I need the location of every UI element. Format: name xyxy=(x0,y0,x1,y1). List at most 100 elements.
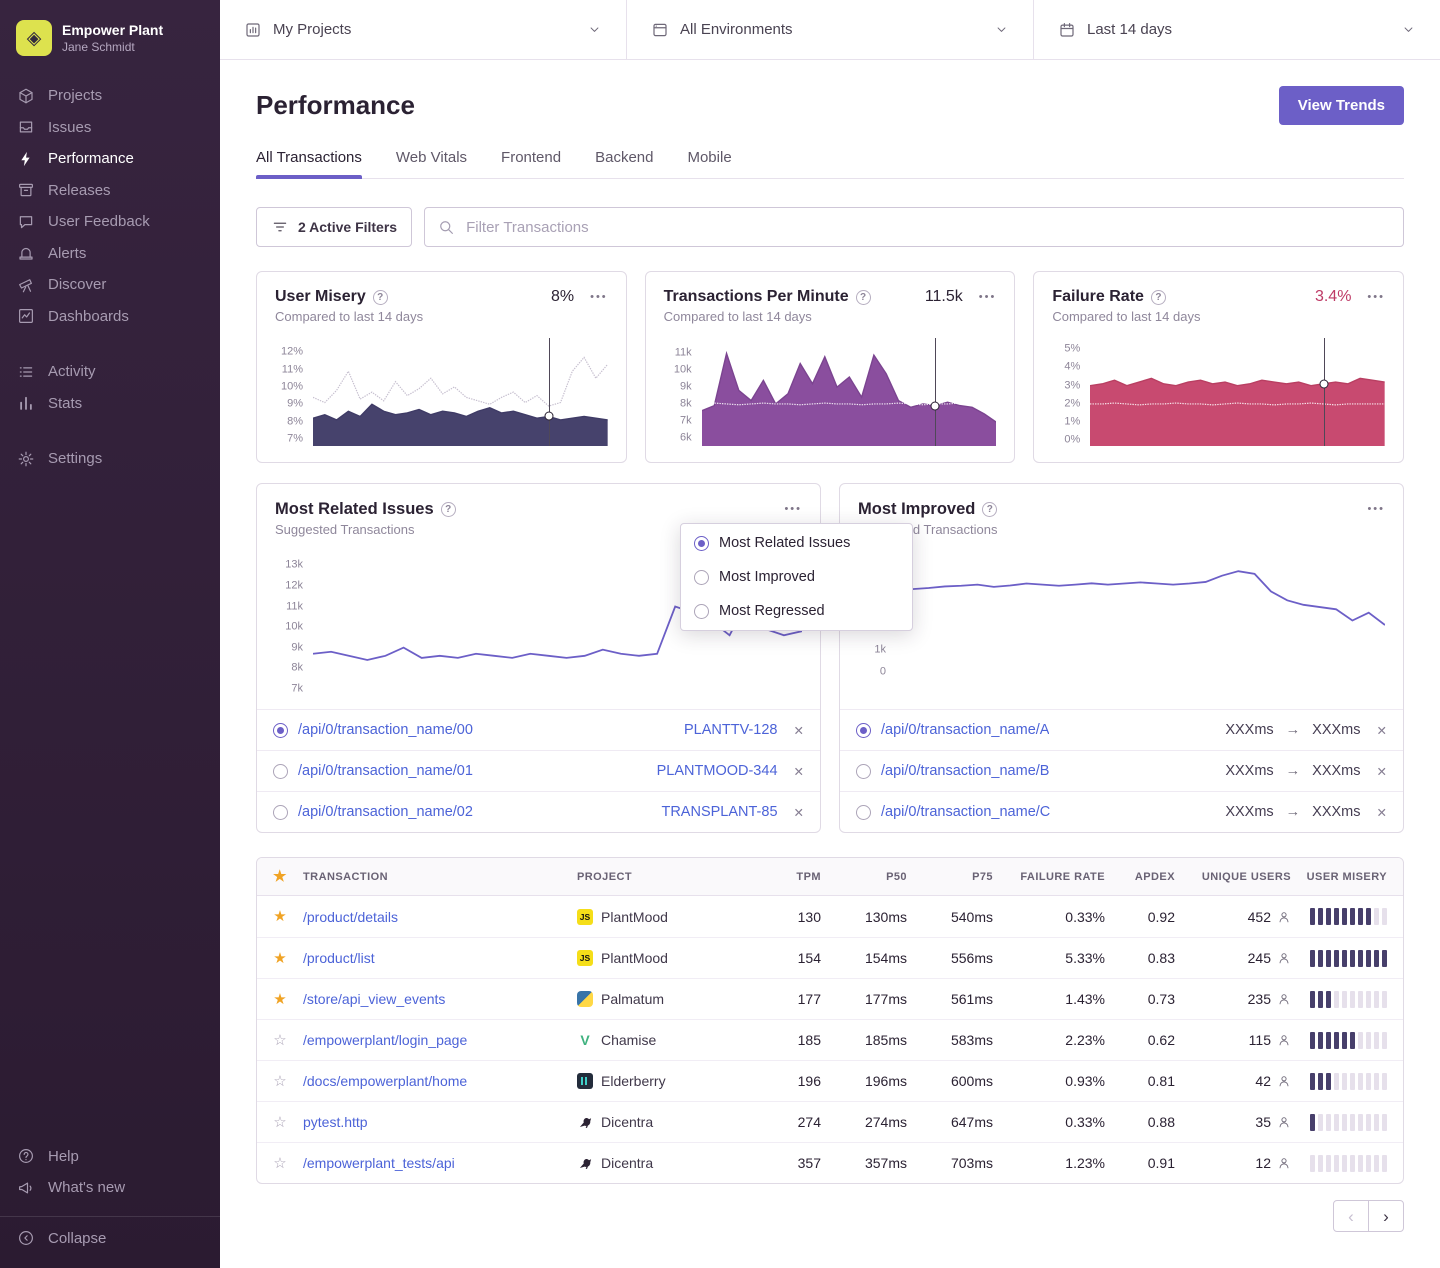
column-header[interactable]: P75 xyxy=(907,858,993,895)
options-icon[interactable]: ••• xyxy=(979,292,997,303)
sidebar: ◈ Empower Plant Jane Schmidt ProjectsIss… xyxy=(0,0,220,1268)
key-transaction-column-header[interactable]: ★ xyxy=(257,858,303,895)
next-page-button[interactable]: › xyxy=(1368,1200,1404,1232)
search-input[interactable] xyxy=(464,218,1391,237)
column-header[interactable]: USER MISERY xyxy=(1291,858,1403,895)
dismiss-icon[interactable]: ✕ xyxy=(1377,805,1387,820)
help-icon[interactable]: ? xyxy=(856,290,871,305)
radio-button[interactable] xyxy=(694,570,709,585)
dismiss-icon[interactable]: ✕ xyxy=(794,805,804,820)
sidebar-item-settings[interactable]: Settings xyxy=(0,443,220,475)
transaction-link[interactable]: /store/api_view_events xyxy=(303,991,445,1007)
sidebar-item-projects[interactable]: Projects xyxy=(0,80,220,112)
transaction-link[interactable]: /api/0/transaction_name/A xyxy=(881,722,1049,738)
star-icon[interactable]: ☆ xyxy=(273,1156,286,1171)
column-header[interactable]: UNIQUE USERS xyxy=(1175,858,1291,895)
previous-page-button[interactable]: ‹ xyxy=(1333,1200,1369,1232)
options-icon[interactable]: ••• xyxy=(784,504,802,515)
sidebar-item-dashboards[interactable]: Dashboards xyxy=(0,301,220,333)
column-header[interactable]: TRANSACTION xyxy=(303,858,577,895)
dismiss-icon[interactable]: ✕ xyxy=(794,723,804,738)
transaction-link[interactable]: pytest.http xyxy=(303,1114,368,1130)
active-filters-button[interactable]: 2 Active Filters xyxy=(256,207,412,247)
options-icon[interactable]: ••• xyxy=(590,292,608,303)
org-logo: ◈ xyxy=(16,20,52,56)
sidebar-item-alerts[interactable]: Alerts xyxy=(0,238,220,270)
help-icon[interactable]: ? xyxy=(373,290,388,305)
page-title: Performance xyxy=(256,90,415,121)
star-icon[interactable]: ★ xyxy=(273,992,286,1007)
radio-button[interactable] xyxy=(694,604,709,619)
unique-users-value: 235 xyxy=(1175,979,1291,1019)
options-icon[interactable]: ••• xyxy=(1367,504,1385,515)
column-header[interactable]: FAILURE RATE xyxy=(993,858,1105,895)
sidebar-item-activity[interactable]: Activity xyxy=(0,356,220,388)
issue-link[interactable]: PLANTMOOD-344 xyxy=(657,763,778,779)
radio-button[interactable] xyxy=(273,764,288,779)
radio-button[interactable] xyxy=(856,764,871,779)
org-switcher[interactable]: ◈ Empower Plant Jane Schmidt xyxy=(0,14,220,56)
transaction-link[interactable]: /product/details xyxy=(303,909,398,925)
p50-value: 196ms xyxy=(821,1061,907,1101)
dismiss-icon[interactable]: ✕ xyxy=(1377,764,1387,779)
tab-frontend[interactable]: Frontend xyxy=(501,149,561,178)
radio-button[interactable] xyxy=(856,723,871,738)
issue-link[interactable]: TRANSPLANT-85 xyxy=(661,804,777,820)
star-icon[interactable]: ☆ xyxy=(273,1033,286,1048)
tab-mobile[interactable]: Mobile xyxy=(687,149,731,178)
column-header[interactable]: APDEX xyxy=(1105,858,1175,895)
menu-option[interactable]: Most Regressed xyxy=(681,594,912,628)
column-header[interactable]: P50 xyxy=(821,858,907,895)
tab-all-transactions[interactable]: All Transactions xyxy=(256,149,362,178)
help-icon[interactable]: ? xyxy=(982,502,997,517)
sidebar-item-help[interactable]: Help xyxy=(0,1141,220,1173)
transaction-link[interactable]: /product/list xyxy=(303,950,375,966)
sidebar-item-stats[interactable]: Stats xyxy=(0,388,220,420)
options-icon[interactable]: ••• xyxy=(1367,292,1385,303)
help-icon[interactable]: ? xyxy=(1151,290,1166,305)
tpm-value: 185 xyxy=(755,1020,821,1060)
tab-backend[interactable]: Backend xyxy=(595,149,653,178)
sidebar-item-discover[interactable]: Discover xyxy=(0,269,220,301)
transaction-link[interactable]: /empowerplant/login_page xyxy=(303,1032,467,1048)
star-icon[interactable]: ☆ xyxy=(273,1115,286,1130)
sidebar-item-releases[interactable]: Releases xyxy=(0,175,220,207)
transaction-link[interactable]: /docs/empowerplant/home xyxy=(303,1073,467,1089)
dismiss-icon[interactable]: ✕ xyxy=(1377,723,1387,738)
sidebar-item-label: Alerts xyxy=(48,244,86,264)
star-icon[interactable]: ★ xyxy=(273,951,286,966)
star-icon[interactable]: ☆ xyxy=(273,1074,286,1089)
view-trends-button[interactable]: View Trends xyxy=(1279,86,1404,125)
radio-button[interactable] xyxy=(856,805,871,820)
sidebar-item-user-feedback[interactable]: User Feedback xyxy=(0,206,220,238)
column-header[interactable]: TPM xyxy=(755,858,821,895)
help-icon[interactable]: ? xyxy=(441,502,456,517)
sidebar-item-what-s-new[interactable]: What's new xyxy=(0,1172,220,1204)
sidebar-item-issues[interactable]: Issues xyxy=(0,112,220,144)
releases-icon xyxy=(16,181,36,199)
radio-button[interactable] xyxy=(273,805,288,820)
transaction-link[interactable]: /api/0/transaction_name/C xyxy=(881,804,1050,820)
dismiss-icon[interactable]: ✕ xyxy=(794,764,804,779)
radio-button[interactable] xyxy=(694,536,709,551)
project-selector[interactable]: My Projects xyxy=(220,0,627,59)
column-header[interactable]: PROJECT xyxy=(577,858,755,895)
transaction-link[interactable]: /api/0/transaction_name/02 xyxy=(298,804,473,820)
date-range-selector[interactable]: Last 14 days xyxy=(1034,0,1440,59)
menu-option[interactable]: Most Improved xyxy=(681,560,912,594)
transaction-link[interactable]: /api/0/transaction_name/00 xyxy=(298,722,473,738)
environment-selector[interactable]: All Environments xyxy=(627,0,1034,59)
table-row: ★/product/listJSPlantMood154154ms556ms5.… xyxy=(257,937,1403,978)
tpm-value: 154 xyxy=(755,938,821,978)
issue-link[interactable]: PLANTTV-128 xyxy=(684,722,778,738)
radio-button[interactable] xyxy=(273,723,288,738)
transaction-link[interactable]: /empowerplant_tests/api xyxy=(303,1155,455,1171)
menu-option[interactable]: Most Related Issues xyxy=(681,526,912,560)
sidebar-item-performance[interactable]: Performance xyxy=(0,143,220,175)
transaction-link[interactable]: /api/0/transaction_name/01 xyxy=(298,763,473,779)
lightning-icon xyxy=(16,150,36,168)
sidebar-item-collapse[interactable]: Collapse xyxy=(0,1216,220,1255)
transaction-link[interactable]: /api/0/transaction_name/B xyxy=(881,763,1049,779)
star-icon[interactable]: ★ xyxy=(273,909,286,924)
tab-web-vitals[interactable]: Web Vitals xyxy=(396,149,467,178)
